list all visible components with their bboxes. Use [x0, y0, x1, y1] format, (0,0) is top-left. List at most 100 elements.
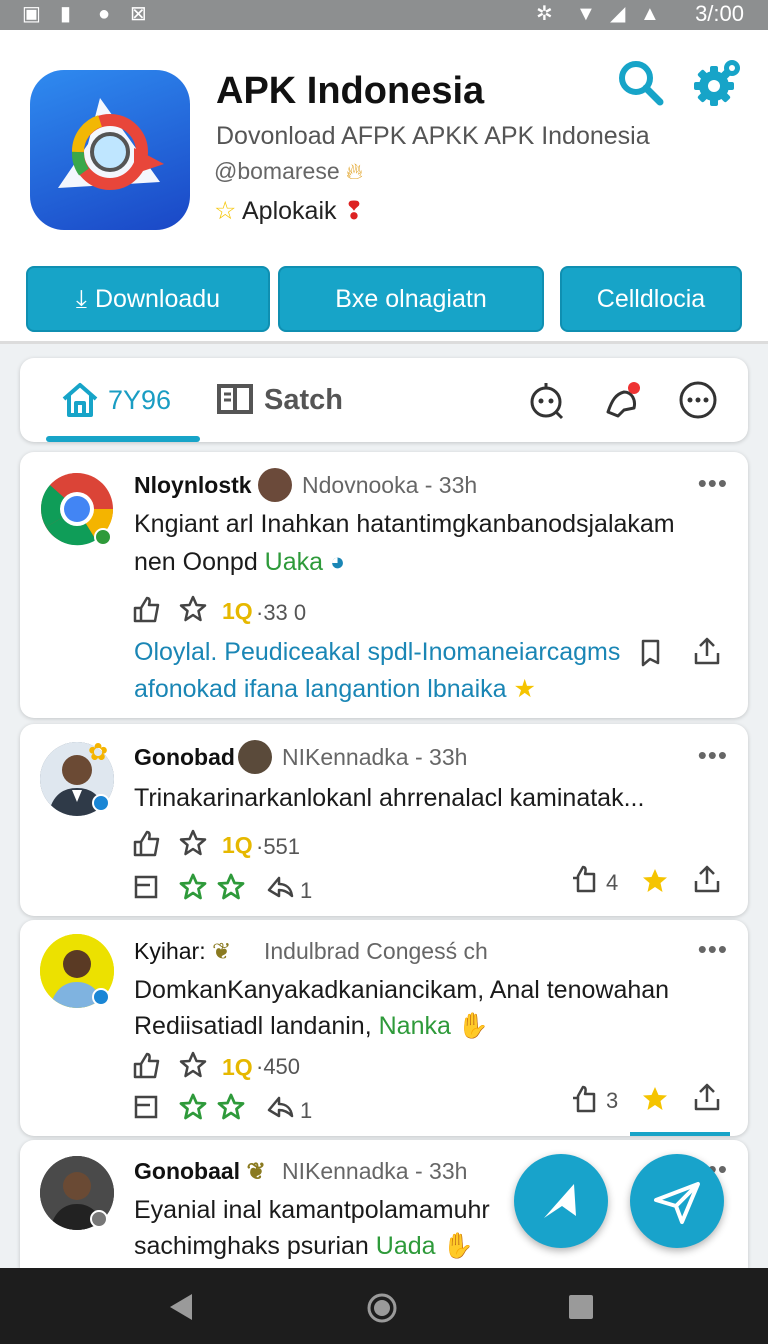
sprout-icon: ❦: [211, 938, 232, 964]
collection-button[interactable]: Celldlocia: [560, 266, 742, 332]
bookmark-icon[interactable]: [636, 638, 666, 668]
star-green-icon[interactable]: [178, 872, 208, 902]
post-author[interactable]: Nloynlostk: [134, 472, 252, 499]
reshare-icon[interactable]: [266, 1092, 296, 1122]
reshare-icon[interactable]: [266, 872, 296, 902]
author-avatar-small: [238, 740, 272, 774]
reward-badge: 1Q: [222, 1054, 253, 1080]
home-nav-icon[interactable]: [366, 1292, 398, 1324]
post-link-line1[interactable]: Oloylal. Peudiceakal spdl-Inomaneiarcagm…: [134, 638, 620, 667]
more-options-icon[interactable]: [678, 380, 718, 420]
download-button[interactable]: ⤓ Downloadu: [26, 266, 270, 332]
tab-active-indicator: [46, 436, 200, 442]
sim-icon: ▣: [22, 3, 41, 25]
star-filled-icon: ★: [513, 675, 536, 703]
thumbs-up-icon[interactable]: [570, 864, 600, 894]
navigate-fab[interactable]: [514, 1154, 608, 1248]
post-author-name: Gonobaal: [134, 1158, 241, 1184]
post-text-line2: Rediisatiadl landanin, Nanka ✋: [134, 1012, 489, 1041]
post-text-line1: Kngiant arl Inahkan hatantimgkanbanodsja…: [134, 510, 675, 538]
verified-badge: [92, 988, 110, 1006]
post-more-button[interactable]: •••: [698, 934, 728, 965]
star-green-icon[interactable]: [216, 1092, 246, 1122]
share-icon[interactable]: [692, 864, 722, 894]
pin-icon: ❢: [343, 197, 365, 225]
post-text-line1: Eyanial inal kamantpolamamuhr: [134, 1196, 490, 1224]
tab-home[interactable]: 7Y96: [60, 378, 171, 422]
post-author-name: Kyihar:: [134, 938, 206, 964]
post-text-prefix: sachimghaks psurian: [134, 1232, 376, 1260]
system-nav-bar: [0, 1268, 768, 1344]
send-icon: [654, 1182, 700, 1224]
star-green-icon[interactable]: [216, 872, 246, 902]
thumbs-up-icon[interactable]: [132, 828, 162, 858]
post-more-button[interactable]: •••: [698, 740, 728, 771]
recents-icon[interactable]: [568, 1294, 594, 1320]
star-outline-icon[interactable]: [178, 828, 208, 858]
note-icon[interactable]: [132, 872, 162, 902]
post-link-text: afonokad ifana langantion lbnaika: [134, 675, 507, 703]
post-text-line2: nen Oonpd Uaka ◕: [134, 548, 345, 577]
post-author[interactable]: Gonobad: [134, 744, 235, 771]
post-author[interactable]: Gonobaal ❦: [134, 1158, 266, 1185]
bot-icon[interactable]: [526, 380, 566, 420]
sync-icon: ✲: [536, 3, 553, 25]
thumbs-up-icon[interactable]: [570, 1084, 600, 1114]
handle-text: @bomarese: [214, 158, 340, 184]
star-green-icon[interactable]: [178, 1092, 208, 1122]
post-more-button[interactable]: •••: [698, 468, 728, 499]
category-text: Aplokaik: [242, 197, 337, 225]
like-count: 3: [606, 1088, 619, 1113]
search-button[interactable]: [616, 58, 666, 108]
verified-badge: [92, 794, 110, 812]
post-count: ·33 0: [256, 600, 307, 625]
reshare-count: 1: [300, 878, 313, 903]
tab-search[interactable]: Satch: [216, 378, 343, 422]
post-card[interactable]: ✿ Gonobad NIKennadka - 33h ••• Trinakari…: [20, 724, 748, 916]
clock: 3/:00: [695, 1, 744, 26]
back-icon[interactable]: [168, 1292, 196, 1322]
share-icon[interactable]: [692, 1082, 722, 1112]
signal-icon: ◢: [610, 3, 626, 25]
thumbs-up-icon[interactable]: [132, 1050, 162, 1080]
note-icon[interactable]: [132, 1092, 162, 1122]
tab-bar: 7Y96 Satch: [20, 358, 748, 442]
location-icon: ●: [98, 3, 111, 25]
post-count: ·551: [256, 834, 301, 859]
collection-label: Celldlocia: [596, 284, 706, 313]
app-handle[interactable]: @bomarese 🔥︎: [214, 158, 363, 185]
post-text-line2: sachimghaks psurian Uada ✋: [134, 1232, 474, 1261]
post-link-line2[interactable]: afonokad ifana langantion lbnaika ★: [134, 674, 536, 704]
settings-button[interactable]: [692, 56, 744, 108]
post-card[interactable]: Kyihar: ❦ Indulbrad Congesś ch ••• Domka…: [20, 920, 748, 1136]
star-filled-icon[interactable]: [640, 866, 670, 896]
send-fab[interactable]: [630, 1154, 724, 1248]
star-filled-icon[interactable]: [640, 1084, 670, 1114]
reshare-count: 1: [300, 1098, 313, 1123]
post-author[interactable]: Kyihar: ❦: [134, 938, 231, 965]
book-icon: [217, 384, 253, 414]
gear-icon: [694, 60, 740, 106]
reward-badge: 1Q: [222, 832, 253, 858]
app-logo-icon: [30, 70, 190, 230]
share-icon[interactable]: [692, 636, 722, 666]
star-outline-icon[interactable]: [178, 594, 208, 624]
storage-icon: ▮: [60, 3, 72, 25]
post-text-prefix: nen Oonpd: [134, 548, 265, 576]
post-meta: Ndovnooka - 33h: [302, 472, 478, 498]
app-title: APK Indonesia: [216, 70, 485, 112]
no-notification-icon: ⊠: [130, 3, 147, 25]
battery-icon: ▲: [640, 3, 660, 25]
notification-icon[interactable]: [602, 380, 642, 420]
flame-icon: 🔥︎: [346, 158, 363, 184]
navigation-arrow-icon: [544, 1184, 576, 1218]
post-card[interactable]: Nloynlostk Ndovnooka - 33h ••• Kngiant a…: [20, 452, 748, 718]
app-header: APK Indonesia Dovonload AFPK APKK APK In…: [0, 30, 768, 344]
like-count: 4: [606, 870, 619, 895]
info-button[interactable]: Bxe olnagiatn: [278, 266, 544, 332]
reward-badge: 1Q: [222, 598, 253, 624]
star-outline-icon[interactable]: [178, 1050, 208, 1080]
thumbs-up-icon[interactable]: [132, 594, 162, 624]
scroll-indicator: [630, 1132, 730, 1136]
home-icon: [62, 383, 98, 417]
